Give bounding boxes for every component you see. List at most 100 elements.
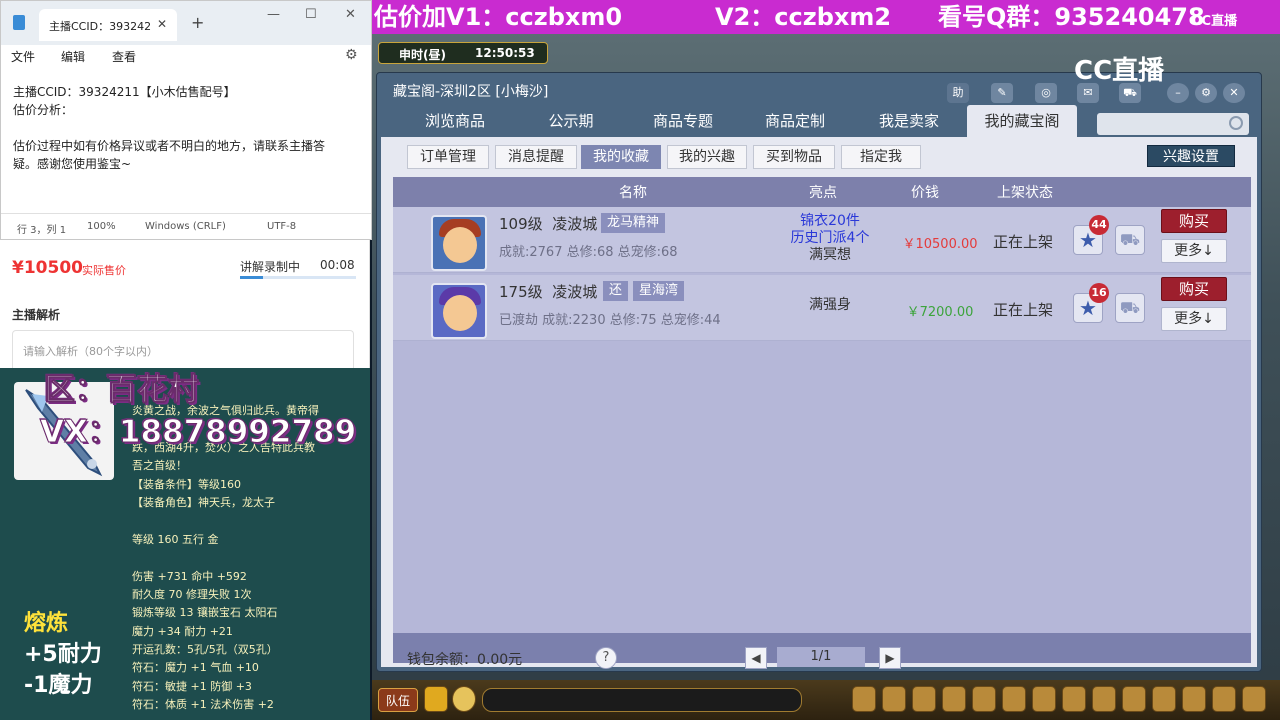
search-icon[interactable] <box>1229 116 1243 130</box>
item-line: 符石：敏捷 +1 防御 +3 <box>132 679 252 693</box>
table-row[interactable]: 109级 凌波城 龙马精神 成就:2767 总修:68 总宠修:68 锦衣20件… <box>393 207 1251 273</box>
maximize-icon[interactable]: ☐ <box>305 7 317 22</box>
game-menu-icon[interactable] <box>942 686 966 712</box>
treasure-search-input[interactable] <box>1097 113 1249 135</box>
menu-file[interactable]: 文件 <box>11 48 35 65</box>
tab-my-treasure[interactable]: 我的藏宝阁 <box>967 105 1077 137</box>
vx-overlay-text: VX：18878992789 <box>39 414 357 451</box>
gear-icon[interactable]: ◎ <box>1035 83 1057 103</box>
banner-v2: V2：cczbxm2 <box>715 3 892 31</box>
chat-input[interactable] <box>482 688 802 712</box>
page-indicator: 1/1 <box>777 647 865 667</box>
sale-price-label: 实际售价 <box>82 264 126 277</box>
banner-qq: 看号Q群：935240478 <box>938 3 1205 31</box>
mic-icon[interactable] <box>424 686 448 712</box>
menu-edit[interactable]: 编辑 <box>61 48 85 65</box>
item-line: 开运孔数：5孔/5孔（双5孔） <box>132 643 278 657</box>
next-page-icon[interactable]: ▶ <box>879 647 901 669</box>
interest-settings-button[interactable]: 兴趣设置 <box>1147 145 1235 167</box>
tab-browse[interactable]: 浏览商品 <box>401 105 509 137</box>
cc-logo-text: CC直播 <box>1074 56 1165 86</box>
analysis-input[interactable]: 请输入解析（80个字以内） <box>12 330 354 368</box>
recording-time: 00:08 <box>320 258 355 272</box>
game-menu-icon[interactable] <box>1152 686 1176 712</box>
table-row[interactable]: 175级 凌波城 还 星海湾 已渡劫 成就:2230 总修:75 总宠修:44 … <box>393 275 1251 341</box>
row-level: 109级 凌波城 <box>499 213 597 234</box>
item-line: 符石：体质 +1 法术伤害 +2 <box>132 698 274 712</box>
game-menu-icon[interactable] <box>972 686 996 712</box>
tab-custom[interactable]: 商品定制 <box>741 105 849 137</box>
close-tab-icon[interactable]: ✕ <box>157 17 167 31</box>
subtab-purchased[interactable]: 买到物品 <box>753 145 835 169</box>
game-menu-icon[interactable] <box>852 686 876 712</box>
notepad-tabbar: 主播CCID：393242 ✕ + — ☐ ✕ <box>1 1 371 45</box>
game-menu-icon[interactable] <box>1182 686 1206 712</box>
row-highlights: 锦衣20件 历史门派4个 满冥想 <box>765 213 895 264</box>
row-highlights: 满强身 <box>765 297 895 314</box>
close-icon[interactable]: ✕ <box>345 7 356 22</box>
team-button[interactable]: 队伍 <box>378 688 418 712</box>
minimize-icon[interactable]: — <box>267 7 280 22</box>
buy-button[interactable]: 购买 <box>1161 277 1227 301</box>
game-menu-icon[interactable] <box>1062 686 1086 712</box>
subtab-favorites[interactable]: 我的收藏 <box>581 145 661 169</box>
help-question-icon[interactable]: ? <box>595 647 617 669</box>
notepad-statusbar: 行 3，列 1 100% Windows (CRLF) UTF-8 <box>1 213 371 239</box>
item-line: 【装备角色】神天兵，龙太子 <box>132 495 275 509</box>
character-avatar[interactable] <box>431 283 487 339</box>
subtab-interests[interactable]: 我的兴趣 <box>667 145 747 169</box>
recording-progress-bar <box>240 276 356 279</box>
notepad-tab[interactable]: 主播CCID：393242 ✕ <box>39 9 177 41</box>
subtab-orders[interactable]: 订单管理 <box>407 145 489 169</box>
subtab-messages[interactable]: 消息提醒 <box>495 145 577 169</box>
recording-status: 讲解录制中 <box>240 260 301 274</box>
notepad-line <box>13 119 359 137</box>
status-zoom: 100% <box>87 221 116 232</box>
add-cart-icon[interactable]: ⛟ <box>1115 293 1145 323</box>
new-tab-icon[interactable]: + <box>191 13 204 32</box>
character-avatar[interactable] <box>431 215 487 271</box>
column-status: 上架状态 <box>997 185 1053 201</box>
game-menu-icon[interactable] <box>1002 686 1026 712</box>
emote-icon[interactable] <box>452 686 476 712</box>
tab-seller[interactable]: 我是卖家 <box>855 105 963 137</box>
add-cart-icon[interactable]: ⛟ <box>1115 225 1145 255</box>
more-button[interactable]: 更多↓ <box>1161 239 1227 263</box>
tab-public[interactable]: 公示期 <box>517 105 625 137</box>
game-menu-icon[interactable] <box>1122 686 1146 712</box>
menu-view[interactable]: 查看 <box>112 48 136 65</box>
wallet-balance: 钱包余额：0.00元 <box>407 652 523 668</box>
pen-icon[interactable]: ✎ <box>991 83 1013 103</box>
highlight-line: 满冥想 <box>809 247 851 263</box>
game-menu-icon[interactable] <box>1212 686 1236 712</box>
notepad-line: 主播CCID：39324211【小木估售配号】 <box>13 85 236 99</box>
tab-topics[interactable]: 商品专题 <box>629 105 737 137</box>
smelt-line: +5耐力 <box>24 642 102 667</box>
notepad-line: 估价过程中如有价格异议或者不明白的地方，请联系主播答 <box>13 139 326 153</box>
level-text: 175级 <box>499 283 543 301</box>
game-bottom-bar: 队伍 <box>372 680 1280 720</box>
help-icon[interactable]: 助 <box>947 83 969 103</box>
game-menu-icon[interactable] <box>1092 686 1116 712</box>
more-button[interactable]: 更多↓ <box>1161 307 1227 331</box>
row-price: ￥7200.00 <box>906 305 974 320</box>
game-menu-icon[interactable] <box>1032 686 1056 712</box>
item-line: 吾之首级！ <box>132 459 187 473</box>
favorite-count-badge: 44 <box>1089 215 1109 235</box>
game-menu-icon[interactable] <box>882 686 906 712</box>
smelt-title: 熔炼 <box>24 611 69 636</box>
game-menu-icon[interactable] <box>912 686 936 712</box>
notepad-line: 疑。感谢您使用鉴宝~ <box>13 157 132 171</box>
buy-button[interactable]: 购买 <box>1161 209 1227 233</box>
item-tag: 星海湾 <box>633 281 685 301</box>
row-price: ￥10500.00 <box>902 237 978 252</box>
row-status: 正在上架 <box>993 233 1054 251</box>
item-line: 锻炼等级 13 镶嵌宝石 太阳石 <box>132 606 278 620</box>
settings-gear-icon[interactable]: ⚙ <box>345 47 358 63</box>
subtab-assigned[interactable]: 指定我 <box>841 145 921 169</box>
notepad-text-area[interactable]: 主播CCID：39324211【小木估售配号】 估价分析： 估价过程中如有价格异… <box>1 69 371 215</box>
prev-page-icon[interactable]: ◀ <box>745 647 767 669</box>
highlight-line: 满强身 <box>809 297 851 313</box>
status-eol: Windows (CRLF) <box>145 221 226 232</box>
game-menu-icon[interactable] <box>1242 686 1266 712</box>
